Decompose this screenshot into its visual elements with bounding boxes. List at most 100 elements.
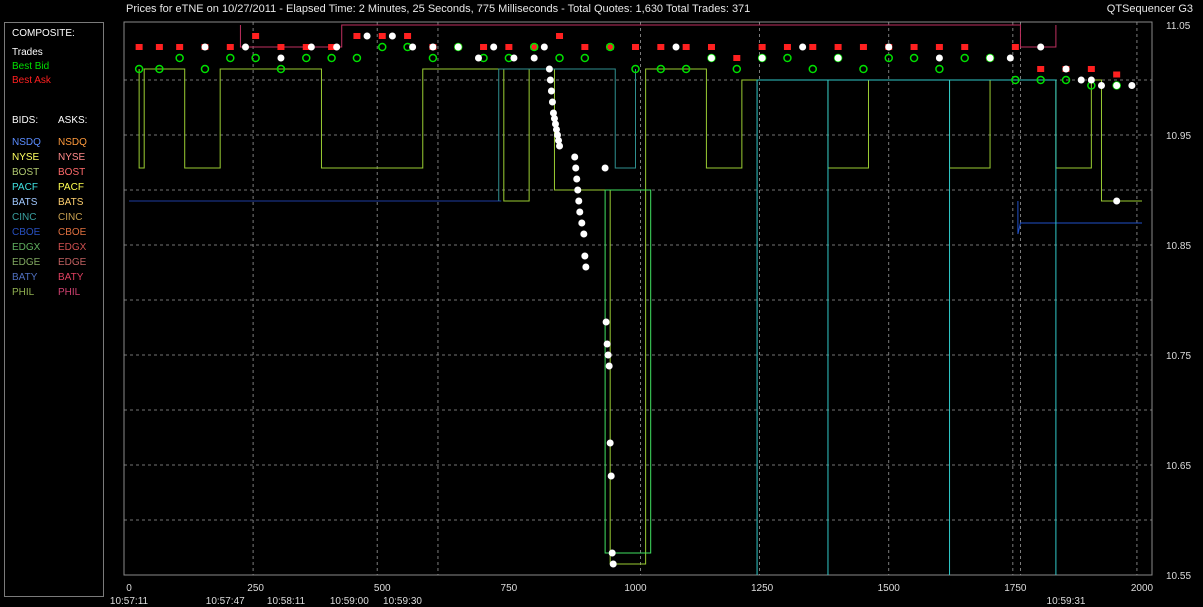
best-ask-point xyxy=(783,44,791,50)
trade-point xyxy=(572,164,580,172)
y-tick-label: 10.95 xyxy=(1166,131,1191,142)
best-ask-point xyxy=(935,44,943,50)
trade-point xyxy=(578,219,586,227)
time-label: 10:59:31 xyxy=(1047,596,1086,607)
best-ask-point xyxy=(758,44,766,50)
best-ask-point xyxy=(632,44,639,50)
best-ask-point xyxy=(505,44,513,50)
trade-point xyxy=(758,54,766,62)
trade-point xyxy=(1077,76,1085,84)
best-ask-point xyxy=(682,44,690,50)
trade-point xyxy=(540,43,548,51)
best-ask-point xyxy=(404,33,412,39)
trade-point xyxy=(581,252,589,260)
best-ask-point xyxy=(155,44,163,50)
best-ask-point xyxy=(252,33,260,39)
trade-point xyxy=(1128,82,1136,89)
y-tick-label: 10.75 xyxy=(1166,351,1191,362)
trade-point xyxy=(573,175,581,183)
best-ask-point xyxy=(733,55,741,61)
best-ask-point xyxy=(480,44,488,50)
best-ask-point xyxy=(657,44,665,50)
x-tick-label: 1000 xyxy=(624,583,647,594)
y-tick-label: 11.05 xyxy=(1166,21,1191,32)
trade-point xyxy=(609,560,617,568)
trade-point xyxy=(606,439,614,447)
best-ask-point xyxy=(277,44,285,50)
best-ask-point xyxy=(1037,66,1045,72)
trade-point xyxy=(1113,197,1121,205)
trade-point xyxy=(545,65,553,73)
trade-point xyxy=(277,54,285,62)
trade-point xyxy=(241,43,249,51)
trade-point xyxy=(834,54,842,62)
trade-point xyxy=(409,43,417,51)
x-tick-label: 1250 xyxy=(751,583,774,594)
best-ask-point xyxy=(834,44,842,50)
trade-point xyxy=(986,54,994,62)
trade-point xyxy=(547,87,555,95)
best-ask-point xyxy=(556,33,564,39)
trade-point xyxy=(575,197,583,205)
trade-point xyxy=(885,43,893,51)
best-ask-point xyxy=(378,33,386,39)
best-ask-point xyxy=(1011,44,1019,50)
trade-point xyxy=(672,43,680,51)
x-tick-label: 250 xyxy=(247,583,264,594)
trade-point xyxy=(474,54,482,62)
trade-point xyxy=(307,43,315,51)
trade-point xyxy=(1037,43,1045,51)
y-tick-label: 10.85 xyxy=(1166,241,1191,252)
trade-point xyxy=(580,230,588,238)
trade-point xyxy=(201,43,209,51)
trade-point xyxy=(556,142,564,150)
price-chart: 11.05 10.95 10.85 10.75 10.65 10.55 0 250 500 75… xyxy=(110,21,1192,607)
trade-point xyxy=(388,32,396,40)
time-label: 10:57:11 xyxy=(110,596,149,607)
best-ask-point xyxy=(961,44,969,50)
trade-point xyxy=(1087,76,1095,84)
best-ask-point xyxy=(809,44,817,50)
trade-point xyxy=(510,54,518,62)
best-ask-point xyxy=(707,44,715,50)
trade-point xyxy=(546,76,554,84)
trade-point xyxy=(571,153,579,161)
trade-point xyxy=(707,54,715,62)
trade-point xyxy=(799,43,807,51)
trade-point xyxy=(601,164,609,172)
best-ask-point xyxy=(176,44,184,50)
trade-point xyxy=(582,263,590,271)
best-ask-point xyxy=(910,44,918,50)
x-axis: 0 250 500 750 1000 1250 1500 1750 2000 10:57:11 10… xyxy=(110,583,1154,607)
trade-point xyxy=(363,32,371,40)
x-tick-label: 2000 xyxy=(1131,583,1154,594)
x-tick-label: 0 xyxy=(126,583,132,594)
x-tick-label: 750 xyxy=(501,583,518,594)
trade-point xyxy=(1006,54,1014,62)
best-ask-point xyxy=(135,44,143,50)
trade-point xyxy=(333,43,341,51)
trade-point xyxy=(429,43,437,51)
x-tick-label: 1750 xyxy=(1004,583,1027,594)
trade-point xyxy=(574,186,582,194)
trade-point xyxy=(604,351,612,359)
trade-point xyxy=(603,340,611,348)
x-tick-label: 500 xyxy=(374,583,391,594)
time-label: 10:59:30 xyxy=(383,596,422,607)
time-label: 10:58:11 xyxy=(267,596,306,607)
trade-point xyxy=(530,54,538,62)
best-ask-point xyxy=(581,44,589,50)
best-ask-point xyxy=(353,33,361,39)
trade-point xyxy=(1097,82,1105,89)
trade-point xyxy=(1062,65,1070,73)
y-tick-label: 10.65 xyxy=(1166,461,1191,472)
trade-point xyxy=(935,54,943,62)
time-label: 10:57:47 xyxy=(206,596,245,607)
best-ask-point xyxy=(859,44,867,50)
best-ask-point xyxy=(226,44,234,50)
trade-point xyxy=(602,318,610,326)
y-axis: 11.05 10.95 10.85 10.75 10.65 10.55 xyxy=(1166,21,1191,582)
x-tick-label: 1500 xyxy=(878,583,901,594)
trade-point xyxy=(490,43,498,51)
trade-point xyxy=(454,43,462,51)
